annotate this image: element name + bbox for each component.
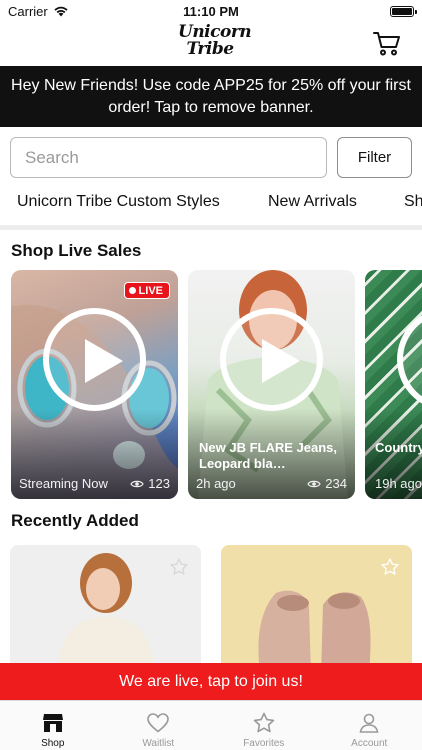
live-sale-card[interactable]: LIVE Streaming Now 123 xyxy=(11,270,178,499)
promo-banner[interactable]: Hey New Friends! Use code APP25 for 25% … xyxy=(0,66,422,127)
category-custom-styles[interactable]: Unicorn Tribe Custom Styles xyxy=(17,193,220,211)
category-new-arrivals[interactable]: New Arrivals xyxy=(268,193,357,211)
search-row: Filter xyxy=(10,137,412,178)
tab-bar: Shop Waitlist Favorites Account xyxy=(0,700,422,750)
tab-label: Shop xyxy=(41,738,65,749)
brand-logo[interactable]: Unicorn Tribe xyxy=(178,24,252,64)
tab-favorites[interactable]: Favorites xyxy=(211,701,317,750)
tab-label: Account xyxy=(351,738,388,749)
app-header: Unicorn Tribe xyxy=(0,22,422,66)
join-live-text: We are live, tap to join us! xyxy=(119,673,303,690)
product-card[interactable] xyxy=(221,545,412,675)
shop-icon xyxy=(42,714,63,732)
search-input[interactable] xyxy=(10,137,327,178)
tab-account[interactable]: Account xyxy=(317,701,422,750)
card-meta: 19h ago xyxy=(375,476,422,491)
card-meta: 2h ago 234 xyxy=(196,476,347,491)
live-sale-card[interactable]: Country St Patty 19h ago xyxy=(365,270,422,499)
join-live-bar[interactable]: We are live, tap to join us! xyxy=(0,663,422,700)
live-sale-card[interactable]: New JB FLARE Jeans, Leopard bla… 2h ago … xyxy=(188,270,355,499)
eye-icon xyxy=(130,480,144,487)
heart-icon xyxy=(147,713,170,733)
view-count: 234 xyxy=(307,476,347,491)
card-status: 19h ago xyxy=(375,476,422,491)
view-count: 123 xyxy=(130,476,170,491)
play-icon[interactable] xyxy=(397,308,422,411)
play-icon[interactable] xyxy=(220,308,323,411)
category-strip: Unicorn Tribe Custom Styles New Arrivals… xyxy=(0,186,422,218)
tab-label: Waitlist xyxy=(142,738,175,749)
favorite-star-icon[interactable] xyxy=(380,557,400,577)
person-icon xyxy=(359,713,379,733)
card-status: 2h ago xyxy=(196,476,236,491)
live-sale-title: New JB FLARE Jeans, Leopard bla… xyxy=(199,440,337,471)
card-meta: Streaming Now 123 xyxy=(19,476,170,491)
live-sales-title: Shop Live Sales xyxy=(11,241,142,260)
logo-line-2: Tribe xyxy=(186,39,234,59)
recently-added-title: Recently Added xyxy=(11,511,139,530)
view-count-value: 234 xyxy=(325,476,347,491)
product-card[interactable] xyxy=(10,545,201,675)
filter-button[interactable]: Filter xyxy=(337,137,412,178)
play-icon[interactable] xyxy=(43,308,146,411)
tab-waitlist[interactable]: Waitlist xyxy=(106,701,212,750)
view-count-value: 123 xyxy=(148,476,170,491)
tab-label: Favorites xyxy=(243,738,285,749)
section-divider xyxy=(0,225,422,230)
cart-icon[interactable] xyxy=(372,28,402,58)
promo-banner-text: Hey New Friends! Use code APP25 for 25% … xyxy=(11,77,411,116)
favorite-star-icon[interactable] xyxy=(169,557,189,577)
tab-shop[interactable]: Shop xyxy=(0,701,106,750)
category-partial[interactable]: Sh xyxy=(404,193,422,211)
live-dot-icon xyxy=(128,287,136,294)
card-status: Streaming Now xyxy=(19,476,108,491)
live-sale-title: Country St Patty xyxy=(375,440,422,455)
star-icon xyxy=(253,712,275,733)
eye-icon xyxy=(307,480,321,487)
live-badge: LIVE xyxy=(123,282,170,299)
live-badge-label: LIVE xyxy=(138,284,163,297)
status-time: 11:10 PM xyxy=(183,4,239,19)
